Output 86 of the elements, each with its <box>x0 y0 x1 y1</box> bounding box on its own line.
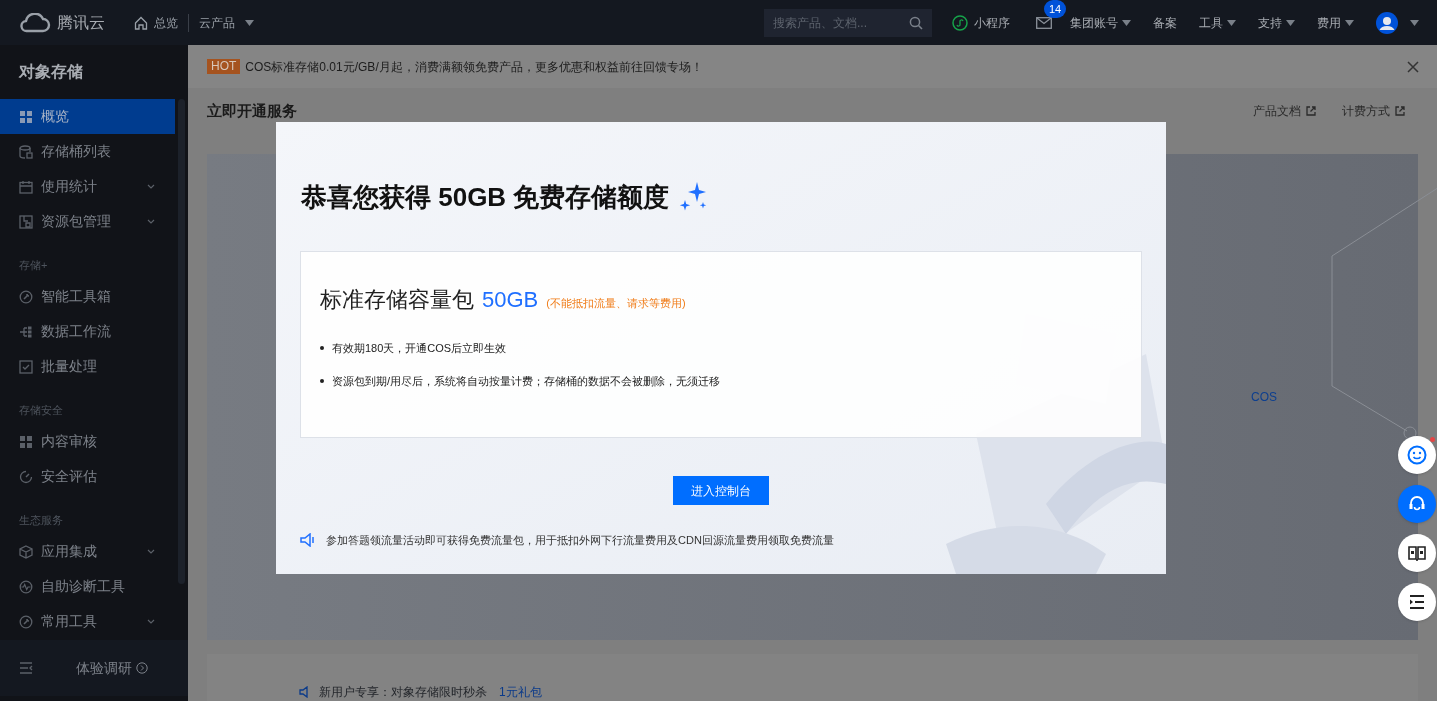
caret-icon <box>1122 19 1131 26</box>
notice-text: 新用户专享：对象存储限时秒杀 <box>319 684 487 701</box>
gauge-icon <box>19 469 33 484</box>
sidebar-item[interactable]: 应用集成 <box>0 534 175 569</box>
package-amount: 50GB <box>482 286 539 314</box>
bullet-icon <box>320 346 324 351</box>
page-title: 立即开通服务 <box>207 100 298 121</box>
console-button[interactable]: 进入控制台 <box>673 476 769 505</box>
chevron-icon <box>147 549 155 554</box>
section-heading: 生态服务 <box>18 513 64 528</box>
caret-icon <box>1345 19 1354 26</box>
cube-icon <box>19 544 33 559</box>
sidebar-item[interactable]: 自助诊断工具 <box>0 569 175 604</box>
menu-link[interactable]: 备案 <box>1153 13 1177 32</box>
section-heading: 存储安全 <box>18 403 64 418</box>
list-icon <box>1407 592 1427 612</box>
sidebar-item[interactable]: 数据工作流 <box>0 314 175 349</box>
database-icon <box>19 144 33 159</box>
avatar-icon <box>1376 11 1398 34</box>
grid-icon <box>19 434 33 449</box>
caret-icon <box>1410 19 1419 26</box>
grid-icon <box>19 109 33 124</box>
package-name: 标准存储容量包 <box>320 286 474 314</box>
calendar-icon <box>19 179 33 194</box>
chevron-icon <box>147 619 155 624</box>
survey-link[interactable]: 体验调研 <box>76 657 148 679</box>
sidebar-item[interactable]: 批量处理 <box>0 349 175 384</box>
wrench-icon <box>19 614 33 629</box>
doc-link[interactable]: 计费方式 <box>1342 102 1405 120</box>
avatar-button[interactable] <box>1376 11 1419 34</box>
notice-text: 参加答题领流量活动即可获得免费流量包，用于抵扣外网下行流量费用及CDN回源流量费用领取免费流量 <box>326 533 834 548</box>
home-icon <box>134 15 148 30</box>
floating-button[interactable] <box>1398 583 1436 621</box>
nav-link[interactable]: 总览 <box>134 13 178 32</box>
close-icon[interactable] <box>1407 60 1419 73</box>
bullet-icon <box>320 378 324 383</box>
caret-icon <box>245 19 254 26</box>
hero-label: COS <box>1251 389 1277 406</box>
package-note: (不能抵扣流量、请求等费用) <box>546 296 686 311</box>
bullet-text: 有效期180天，开通COS后立即生效 <box>332 341 507 356</box>
menu-link[interactable]: 集团账号 <box>1070 13 1131 32</box>
package-icon <box>19 214 33 229</box>
dialog-title: 恭喜您获得 50GB 免费存储额度 <box>301 181 670 214</box>
sidebar-item[interactable]: 常用工具 <box>0 604 175 639</box>
flow-icon <box>19 324 33 339</box>
logo-text: 腾讯云 <box>57 12 105 33</box>
chevron-icon <box>147 219 155 224</box>
banner-text: COS标准存储0.01元/GB/月起，消费满额领免费产品，更多优惠和权益前往回馈专场！ <box>245 58 704 76</box>
sidebar-item[interactable]: 内容审核 <box>0 424 175 459</box>
menu-link[interactable]: 支持 <box>1258 13 1295 32</box>
wrench-icon <box>19 289 33 304</box>
section-heading: 存储+ <box>18 258 49 273</box>
search-icon[interactable] <box>909 15 923 30</box>
checkbox-icon <box>19 359 33 374</box>
book-icon <box>1407 543 1427 563</box>
pulse-icon <box>19 579 33 594</box>
mail-icon <box>1036 16 1052 29</box>
external-link-icon <box>1306 106 1316 116</box>
search-field[interactable]: 搜索产品、文档... <box>764 8 932 37</box>
sidebar-item[interactable]: 使用统计 <box>0 169 175 204</box>
miniapp-link[interactable]: 小程序 <box>952 13 1010 32</box>
bullet-text: 资源包到期/用尽后，系统将自动按量计费；存储桶的数据不会被删除，无须迁移 <box>332 373 721 389</box>
cloud-logo-icon <box>19 12 51 33</box>
sidebar-title: 对象存储 <box>17 62 84 82</box>
collapse-icon[interactable] <box>19 662 33 674</box>
external-link-icon <box>1395 106 1405 116</box>
gift-link[interactable]: 1元礼包 <box>499 683 542 701</box>
chevron-icon <box>147 184 155 189</box>
count-badge: 14 <box>1044 0 1067 18</box>
speaker-icon <box>300 533 316 548</box>
smile-icon <box>1407 445 1427 465</box>
doc-link[interactable]: 产品文档 <box>1253 102 1316 120</box>
sidebar-item[interactable]: 存储桶列表 <box>0 134 175 169</box>
hot-tag: HOT <box>207 59 241 74</box>
sidebar-item[interactable]: 智能工具箱 <box>0 279 175 314</box>
sidebar-item[interactable]: 资源包管理 <box>0 204 175 239</box>
sidebar-item[interactable]: 概览 <box>0 99 175 134</box>
miniapp-icon <box>952 14 968 31</box>
menu-link[interactable]: 工具 <box>1199 13 1236 32</box>
menu-link[interactable]: 费用 <box>1317 13 1354 32</box>
caret-icon <box>1286 19 1295 26</box>
nav-link[interactable]: 云产品 <box>199 13 254 32</box>
sidebar-item[interactable]: 安全评估 <box>0 459 175 494</box>
caret-icon <box>1227 19 1236 26</box>
mail-button[interactable] <box>1036 16 1052 29</box>
arrow-circle-icon <box>136 662 148 674</box>
